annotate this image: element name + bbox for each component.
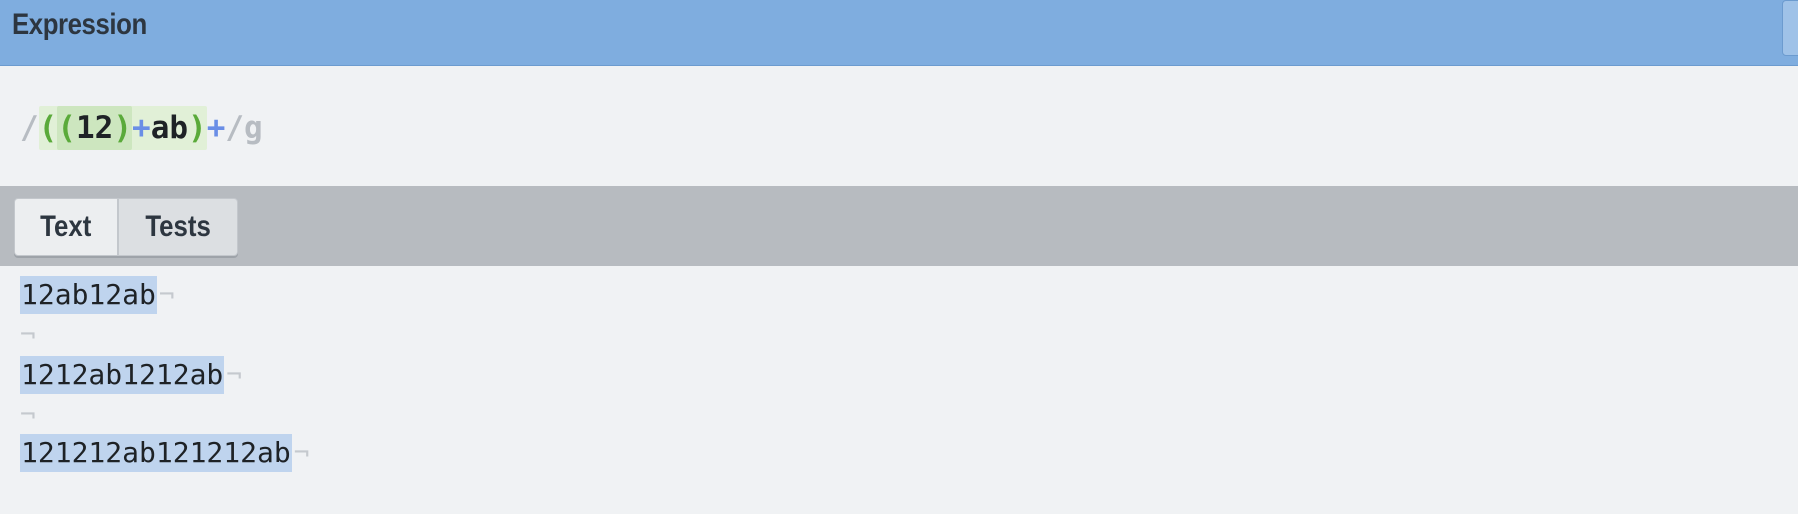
expression-flags[interactable]: g (244, 106, 263, 150)
inner-group-quantifier: + (132, 110, 151, 146)
tab-text[interactable]: Text (14, 198, 118, 256)
expression-editor[interactable]: / ( ( 12 ) + ab ) + / g (0, 66, 1798, 186)
header-side-tab[interactable] (1782, 0, 1798, 56)
match-highlight: 12ab12ab (20, 276, 157, 314)
outer-group-literal: ab (150, 110, 189, 146)
end-of-line-marker: ¬ (226, 360, 242, 390)
match-highlight: 121212ab121212ab (20, 434, 292, 472)
text-line[interactable]: 12ab12ab ¬ (20, 276, 175, 314)
match-highlight: 1212ab1212ab (20, 356, 225, 394)
tab-tests[interactable]: Tests (118, 198, 238, 256)
inner-group-literal: 12 (76, 110, 114, 146)
end-of-line-marker: ¬ (293, 438, 310, 468)
test-text-editor[interactable]: 12ab12ab ¬ ¬ 1212ab1212ab ¬ ¬ 121212ab1212… (0, 266, 1798, 514)
tabs-bar: Text Tests (0, 186, 1798, 266)
outer-group-close: ) (188, 110, 207, 146)
expression-close-delimiter: / (225, 110, 245, 146)
inner-group-close: ) (113, 110, 133, 146)
outer-group: ( ( 12 ) + ab ) (38, 106, 207, 150)
text-line[interactable]: 121212ab121212ab ¬ (20, 434, 309, 472)
end-of-line-marker: ¬ (20, 320, 36, 350)
text-line[interactable]: 1212ab1212ab ¬ (20, 356, 242, 394)
inner-group-open: ( (57, 110, 77, 146)
inner-group: ( 12 ) (57, 106, 133, 150)
text-line[interactable]: ¬ (20, 316, 36, 354)
expression-title: Expression (12, 8, 147, 41)
expression-header: Expression (0, 0, 1798, 66)
outer-group-open: ( (38, 110, 58, 146)
tab-text-label: Text (40, 210, 92, 243)
expression-input[interactable]: / ( ( 12 ) + ab ) + / g (20, 106, 263, 150)
end-of-line-marker: ¬ (158, 280, 175, 310)
end-of-line-marker: ¬ (20, 400, 36, 430)
expression-open-delimiter: / (20, 110, 39, 146)
tab-tests-label: Tests (145, 210, 211, 243)
regex-app: Expression / ( ( 12 ) + ab ) + / g Text (0, 0, 1798, 514)
text-line[interactable]: ¬ (20, 396, 36, 434)
outer-group-quantifier: + (206, 110, 226, 146)
